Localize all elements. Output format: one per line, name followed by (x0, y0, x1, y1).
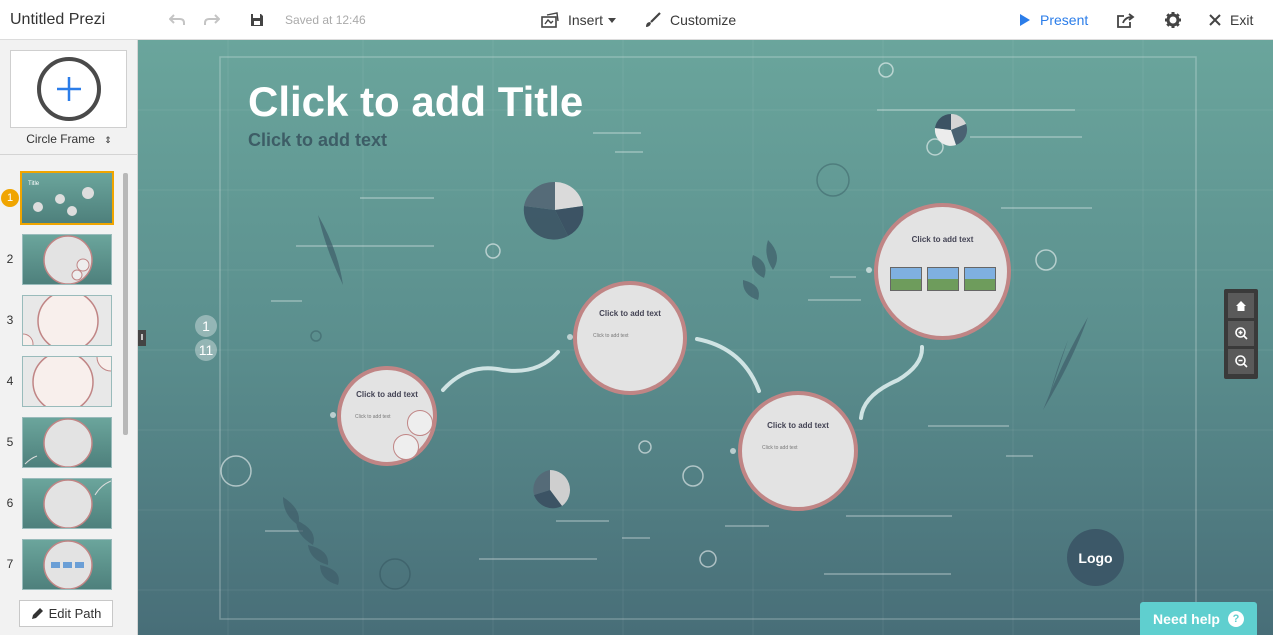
logo-placeholder[interactable]: Logo (1067, 529, 1124, 586)
thumbnail-preview: Title (20, 171, 114, 225)
need-help-button[interactable]: Need help ? (1140, 602, 1257, 635)
sidebar-divider (0, 154, 138, 155)
play-icon (1020, 14, 1030, 26)
question-icon: ? (1227, 610, 1244, 627)
svg-text:Title: Title (28, 181, 40, 187)
insert-label: Insert (568, 12, 604, 28)
frame-type-select[interactable]: Circle Frame ⇕ (0, 132, 138, 146)
circle-frame-1[interactable]: Click to add text Click to add text (337, 366, 437, 466)
sub-frame-circle[interactable] (407, 410, 433, 436)
thumbnail-preview (22, 234, 112, 285)
zoom-in-icon (1234, 327, 1248, 340)
circle-heading[interactable]: Click to add text (341, 390, 433, 399)
thumbnail-preview (22, 478, 112, 529)
slide-thumbnail-3[interactable]: 3 (0, 295, 120, 347)
brush-icon (646, 12, 661, 27)
slide-number: 2 (6, 252, 14, 266)
circle-heading[interactable]: Click to add text (742, 421, 854, 430)
circle-body[interactable]: Click to add text (762, 445, 798, 451)
slide-number: 3 (6, 313, 14, 327)
circle-heading[interactable]: Click to add text (577, 309, 683, 318)
slide-thumbnail-2[interactable]: 2 (0, 234, 120, 286)
home-icon (1236, 300, 1246, 311)
need-help-label: Need help (1153, 610, 1220, 627)
slide-number: 7 (6, 557, 14, 571)
path-end-number: 11 (195, 339, 217, 361)
image-row (890, 267, 998, 293)
slide-subtitle[interactable]: Click to add text (248, 130, 387, 151)
slide-number: 5 (6, 435, 14, 449)
circle-frame-3[interactable]: Click to add text Click to add text (738, 391, 858, 511)
slide-thumbnail-7[interactable]: 7 (0, 539, 120, 591)
sidebar-resize-handle[interactable]: ‖ (138, 330, 146, 346)
slide-thumbnail-6[interactable]: 6 (0, 478, 120, 530)
zoom-in-button[interactable] (1228, 321, 1254, 346)
insert-icon (541, 12, 559, 28)
path-start-number: 1 (195, 315, 217, 337)
present-button[interactable]: Present (1019, 0, 1088, 40)
slide-number: 6 (6, 496, 14, 510)
slide-title[interactable]: Click to add Title (248, 78, 583, 126)
sub-frame-circle[interactable] (393, 434, 419, 460)
frame-type-label: Circle Frame (26, 132, 95, 146)
image-placeholder-icon[interactable] (927, 267, 959, 291)
selected-slide-badge: 1 (1, 189, 19, 207)
undo-icon[interactable] (167, 0, 187, 40)
customize-button[interactable]: Customize (645, 0, 736, 40)
edit-path-label: Edit Path (48, 606, 102, 621)
save-icon[interactable] (247, 0, 267, 40)
top-toolbar: Untitled Prezi Saved at 12:46 Insert Cus… (0, 0, 1273, 40)
settings-gear-icon[interactable] (1163, 0, 1183, 40)
slide-thumbnail-4[interactable]: 4 (0, 356, 120, 408)
thumbnail-preview (22, 295, 112, 346)
zoom-controls (1224, 289, 1258, 379)
slide-thumbnail-5[interactable]: 5 (0, 417, 120, 469)
thumbnail-preview (22, 356, 112, 407)
presentation-canvas[interactable]: ‖ Click to add Title Click to add text 1… (138, 40, 1273, 635)
sort-arrows-icon: ⇕ (104, 135, 112, 145)
insert-menu[interactable]: Insert (541, 0, 617, 40)
image-placeholder-icon[interactable] (964, 267, 996, 291)
circle-body[interactable]: Click to add text (593, 333, 629, 339)
home-button[interactable] (1228, 293, 1254, 318)
zoom-out-icon (1234, 355, 1248, 368)
circle-frame-4[interactable]: Click to add text (874, 203, 1011, 340)
image-placeholder-icon[interactable] (890, 267, 922, 291)
circle-body[interactable]: Click to add text (355, 414, 391, 420)
redo-icon[interactable] (202, 0, 222, 40)
present-label: Present (1040, 12, 1089, 28)
edit-path-button[interactable]: Edit Path (19, 600, 113, 627)
saved-status: Saved at 12:46 (285, 13, 366, 27)
exit-label: Exit (1230, 12, 1254, 28)
frames-sidebar: Circle Frame ⇕ 1 Title 2 3 4 5 6 7 Edit … (0, 40, 138, 635)
circle-frame-2[interactable]: Click to add text Click to add text (573, 281, 687, 395)
slide-number: 4 (6, 374, 14, 388)
add-frame-button[interactable] (10, 50, 127, 128)
thumbnail-scrollbar[interactable] (123, 173, 128, 435)
slide-thumbnail-1[interactable]: 1 Title (0, 171, 120, 225)
exit-button[interactable]: Exit (1209, 0, 1253, 40)
presentation-title[interactable]: Untitled Prezi (10, 0, 105, 40)
add-circle-icon (36, 57, 101, 121)
caret-down-icon (608, 17, 617, 23)
customize-label: Customize (670, 12, 737, 28)
share-icon[interactable] (1116, 0, 1136, 40)
zoom-out-button[interactable] (1228, 349, 1254, 374)
thumbnail-preview (22, 539, 112, 590)
thumbnail-preview (22, 417, 112, 468)
pencil-icon (31, 608, 43, 619)
close-icon (1209, 14, 1221, 26)
circle-heading[interactable]: Click to add text (878, 235, 1007, 244)
